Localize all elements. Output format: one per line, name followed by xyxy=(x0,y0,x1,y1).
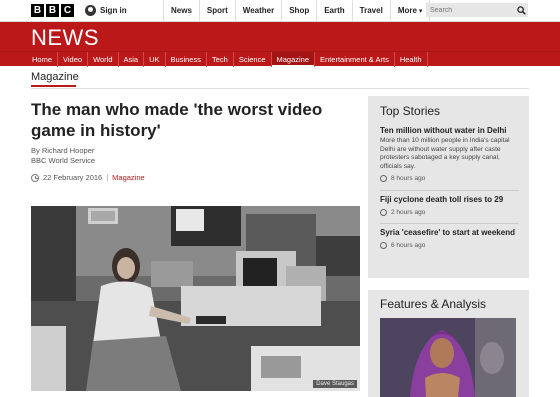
clock-icon xyxy=(380,209,387,216)
section-nav-uk[interactable]: UK xyxy=(144,52,166,67)
features-panel: Features & Analysis xyxy=(368,290,529,397)
clock-icon xyxy=(380,175,387,182)
clock-icon xyxy=(31,173,39,182)
global-nav-news[interactable]: News xyxy=(163,0,199,21)
divider xyxy=(31,88,529,89)
clock-icon xyxy=(380,242,387,249)
article-meta: 22 February 2016 | Magazine xyxy=(31,173,145,182)
section-nav-asia[interactable]: Asia xyxy=(119,52,145,67)
signin-link[interactable]: Sign in xyxy=(85,0,127,21)
search-button[interactable] xyxy=(514,3,528,17)
article-photo: Dave Staugas xyxy=(31,206,360,391)
section-nav: Home Video World Asia UK Business Tech Science M… xyxy=(0,51,560,67)
bbc-logo-letter: B xyxy=(46,4,59,17)
top-story-time: 6 hours ago xyxy=(380,242,522,249)
signin-label: Sign in xyxy=(100,6,127,15)
news-logo[interactable]: NEWS xyxy=(31,25,99,51)
photo-illustration xyxy=(31,206,360,391)
top-story[interactable]: Ten million without water in Delhi More … xyxy=(380,126,522,182)
features-title: Features & Analysis xyxy=(380,297,487,311)
divider xyxy=(380,223,519,224)
meta-separator: | xyxy=(106,173,109,182)
top-story-title[interactable]: Fiji cyclone death toll rises to 29 xyxy=(380,195,522,205)
section-nav-business[interactable]: Business xyxy=(166,52,207,67)
divider xyxy=(380,190,519,191)
section-nav-health[interactable]: Health xyxy=(395,52,428,67)
top-story[interactable]: Syria 'ceasefire' to start at weekend 6 … xyxy=(380,228,522,249)
top-story-time: 2 hours ago xyxy=(380,209,522,216)
bbc-logo-letter: C xyxy=(61,4,74,17)
section-nav-world[interactable]: World xyxy=(88,52,119,67)
global-nav-shop[interactable]: Shop xyxy=(281,0,316,21)
top-story-title[interactable]: Ten million without water in Delhi xyxy=(380,126,522,136)
article-headline: The man who made 'the worst video game i… xyxy=(31,100,323,140)
global-nav-more[interactable]: More xyxy=(389,0,431,21)
bbc-logo[interactable]: B B C xyxy=(31,4,74,17)
user-icon xyxy=(85,5,96,16)
top-story-time: 8 hours ago xyxy=(380,175,522,182)
search-input[interactable] xyxy=(426,3,514,17)
section-nav-items: Home Video World Asia UK Business Tech Science M… xyxy=(27,52,428,67)
global-nav-earth[interactable]: Earth xyxy=(316,0,351,21)
byline-author: By Richard Hooper xyxy=(31,146,95,155)
news-banner: NEWS xyxy=(0,22,560,51)
top-story-summary: More than 10 million people in India's c… xyxy=(380,137,510,170)
photo-credit: Dave Staugas xyxy=(313,380,357,388)
section-nav-home[interactable]: Home xyxy=(27,52,59,67)
global-nav: News Sport Weather Shop Earth Travel Mor… xyxy=(163,0,431,21)
article-date: 22 February 2016 xyxy=(43,173,103,182)
section-nav-tech[interactable]: Tech xyxy=(207,52,234,67)
global-nav-travel[interactable]: Travel xyxy=(351,0,390,21)
feature-image[interactable] xyxy=(380,318,516,397)
global-nav-sport[interactable]: Sport xyxy=(198,0,235,21)
top-stories-title: Top Stories xyxy=(380,104,441,118)
top-story-time-label: 6 hours ago xyxy=(391,242,426,249)
search-box xyxy=(426,3,528,17)
masthead: B B C Sign in News Sport Weather Shop Ea… xyxy=(0,0,560,22)
top-story-title[interactable]: Syria 'ceasefire' to start at weekend xyxy=(380,228,522,238)
section-nav-science[interactable]: Science xyxy=(234,52,272,67)
section-nav-entertainment-arts[interactable]: Entertainment & Arts xyxy=(315,52,395,67)
search-icon xyxy=(516,5,526,15)
byline: By Richard Hooper BBC World Service xyxy=(31,146,95,166)
section-nav-video[interactable]: Video xyxy=(58,52,89,67)
top-story-time-label: 2 hours ago xyxy=(391,209,426,216)
bbc-logo-letter: B xyxy=(31,4,44,17)
article-section-link[interactable]: Magazine xyxy=(112,173,145,182)
top-story[interactable]: Fiji cyclone death toll rises to 29 2 ho… xyxy=(380,195,522,216)
top-stories-panel: Top Stories Ten million without water in… xyxy=(368,96,529,278)
feature-illustration xyxy=(380,318,516,397)
byline-org: BBC World Service xyxy=(31,156,96,165)
section-label-underline xyxy=(31,85,76,87)
global-nav-weather[interactable]: Weather xyxy=(234,0,281,21)
top-story-time-label: 8 hours ago xyxy=(391,175,426,182)
section-nav-magazine[interactable]: Magazine xyxy=(271,52,316,67)
page-section-label[interactable]: Magazine xyxy=(31,71,79,83)
